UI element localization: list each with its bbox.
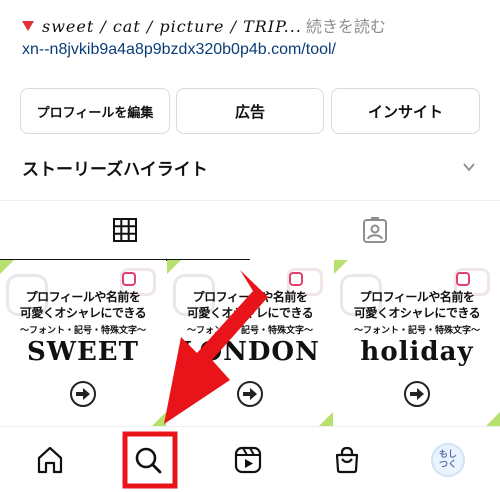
profile-avatar: もし つく (431, 443, 465, 477)
post-corner-decoration (167, 260, 181, 274)
arrow-right-icon (404, 381, 430, 407)
shop-icon (335, 446, 359, 474)
post-line2: 可愛くオシャレにできる (353, 306, 481, 320)
tab-posts-grid[interactable] (0, 201, 250, 261)
grid-icon (113, 218, 137, 242)
red-triangle-icon (22, 21, 34, 31)
post-corner-decoration (0, 260, 14, 274)
nav-home[interactable] (30, 440, 70, 480)
profile-bio: sweet / cat / picture / TRIP... 続きを読む (22, 14, 492, 40)
post-title: LONDON (180, 337, 320, 367)
post-tile[interactable]: プロフィールや名前を 可愛くオシャレにできる 〜フォント・記号・特殊文字〜 ho… (334, 260, 500, 426)
post-line3: 〜フォント・記号・特殊文字〜 (353, 326, 480, 336)
tab-tagged[interactable] (250, 201, 500, 261)
post-corner-decoration (334, 260, 348, 274)
tagged-icon (363, 217, 387, 243)
bio-text: sweet / cat / picture / TRIP... (42, 17, 302, 36)
arrow-right-icon (237, 381, 263, 407)
read-more-link[interactable]: 続きを読む (306, 17, 386, 36)
arrow-right-icon (70, 381, 96, 407)
post-line1: プロフィールや名前を (359, 290, 475, 304)
instagram-logo-icon (456, 272, 470, 286)
insights-button[interactable]: インサイト (331, 88, 480, 134)
post-corner-decoration (152, 412, 166, 426)
nav-shop[interactable] (327, 440, 367, 480)
chevron-down-icon[interactable] (462, 160, 476, 174)
post-tile[interactable]: プロフィールや名前を 可愛くオシャレにできる 〜フォント・記号・特殊文字〜 LO… (167, 260, 333, 426)
post-tile[interactable]: プロフィールや名前を 可愛くオシャレにできる 〜フォント・記号・特殊文字〜 SW… (0, 260, 166, 426)
nav-reels[interactable] (228, 440, 268, 480)
post-line1: プロフィールや名前を (25, 290, 141, 304)
reels-icon (234, 446, 262, 474)
post-line2: 可愛くオシャレにできる (186, 306, 314, 320)
post-line3: 〜フォント・記号・特殊文字〜 (186, 326, 313, 336)
instagram-logo-icon (122, 272, 136, 286)
profile-website-link[interactable]: xn--n8jvkib9a4a8p9bzdx320b0p4b.com/tool/ (22, 41, 336, 59)
story-highlights-title[interactable]: ストーリーズハイライト (22, 155, 208, 180)
home-icon (37, 446, 63, 474)
edit-profile-button[interactable]: プロフィールを編集 (20, 88, 170, 134)
instagram-logo-icon (289, 272, 303, 286)
post-line1: プロフィールや名前を (192, 290, 308, 304)
post-corner-decoration (486, 412, 500, 426)
posts-grid: プロフィールや名前を 可愛くオシャレにできる 〜フォント・記号・特殊文字〜 SW… (0, 260, 500, 426)
profile-tabs (0, 200, 500, 261)
nav-search[interactable] (128, 440, 168, 480)
post-title: holiday (360, 337, 474, 367)
post-corner-decoration (319, 412, 333, 426)
post-line2: 可愛くオシャレにできる (19, 306, 147, 320)
ads-button[interactable]: 広告 (176, 88, 324, 134)
post-line3: 〜フォント・記号・特殊文字〜 (19, 326, 146, 336)
nav-profile[interactable]: もし つく (428, 440, 468, 480)
post-title: SWEET (27, 337, 139, 367)
bottom-navigation: もし つく (0, 426, 500, 492)
search-icon (135, 447, 162, 474)
